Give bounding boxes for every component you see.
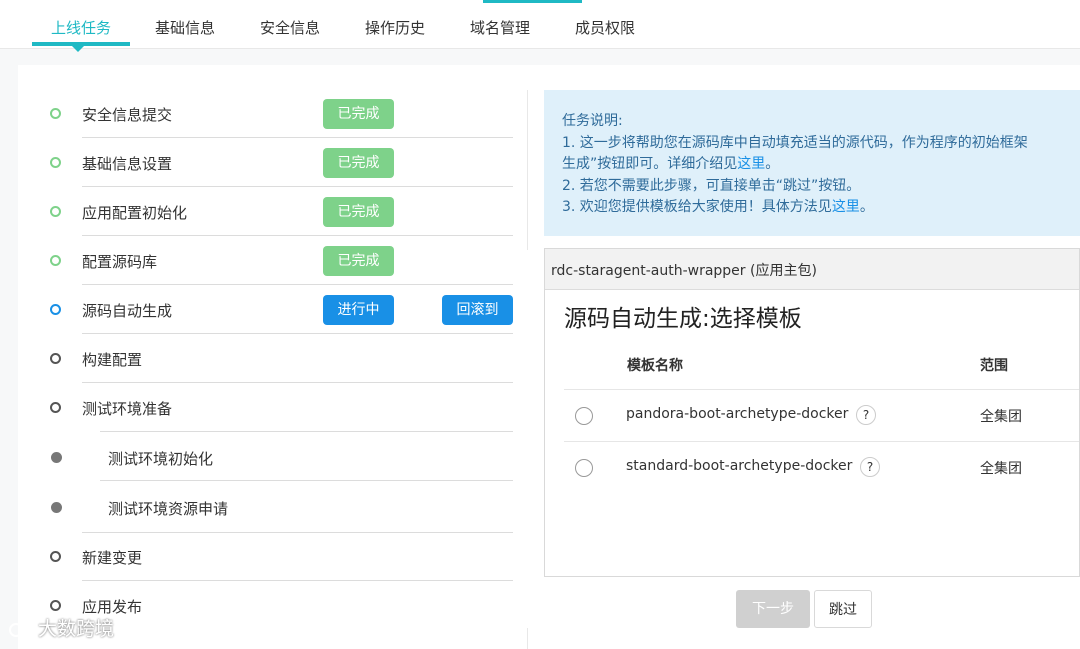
watermark-text: 大数跨境 <box>38 618 115 640</box>
status-badge-done: 已完成 <box>323 197 394 227</box>
watermark: 大数跨境 <box>8 614 114 641</box>
tab-operation-history[interactable]: 操作历史 <box>365 17 425 38</box>
info-line-2: 生成”按钮即可。详细介绍见这里。 <box>562 153 779 173</box>
step-new-change: 新建变更 <box>0 532 520 581</box>
next-step-button[interactable]: 下一步 <box>736 590 810 628</box>
step-label: 构建配置 <box>82 351 143 369</box>
info-text: 生成”按钮即可。详细介绍见 <box>562 156 738 172</box>
watermark-logo-icon <box>9 621 30 637</box>
status-badge-done: 已完成 <box>323 148 394 178</box>
template-name: pandora-boot-archetype-docker <box>626 406 849 422</box>
details-link[interactable]: 这里 <box>737 156 765 172</box>
tab-online-task[interactable]: 上线任务 <box>51 17 111 38</box>
info-title: 任务说明: <box>562 113 623 129</box>
task-description-box: 任务说明: 1. 这一步将帮助您在源码库中自动填充适当的源代码，作为程序的初始框… <box>544 90 1080 236</box>
step-test-env-init: 测试环境初始化 <box>0 432 520 481</box>
panel-header: rdc-staragent-auth-wrapper (应用主包) <box>545 249 1079 290</box>
step-app-config-init: 应用配置初始化 已完成 <box>0 187 520 236</box>
template-radio[interactable] <box>575 459 593 477</box>
skip-button[interactable]: 跳过 <box>814 590 872 628</box>
panel-title: 源码自动生成:选择模板 <box>564 306 802 332</box>
top-accent-bar <box>483 0 582 3</box>
info-line-1: 1. 这一步将帮助您在源码库中自动填充适当的源代码，作为程序的初始框架 <box>562 135 1028 151</box>
column-divider <box>527 90 528 250</box>
table-row-divider <box>564 441 1079 442</box>
column-header-template-name: 模板名称 <box>627 358 683 374</box>
info-line-3: 2. 若您不需要此步骤，可直接单击“跳过”按钮。 <box>562 178 861 194</box>
help-icon[interactable]: ? <box>856 405 876 425</box>
status-badge-done: 已完成 <box>323 246 394 276</box>
info-text: 。 <box>859 199 874 215</box>
info-line-4: 3. 欢迎您提供模板给大家使用！具体方法见这里。 <box>562 196 874 216</box>
step-source-autogen: 源码自动生成 进行中 回滚到 <box>0 285 520 334</box>
step-label: 安全信息提交 <box>82 106 173 124</box>
step-build-config: 构建配置 <box>0 334 520 383</box>
tab-security-info[interactable]: 安全信息 <box>260 17 320 38</box>
step-active-circle-icon <box>50 304 61 315</box>
status-badge-done: 已完成 <box>323 99 394 129</box>
step-todo-circle-icon <box>50 551 61 562</box>
template-radio[interactable] <box>575 407 593 425</box>
template-panel: rdc-staragent-auth-wrapper (应用主包) 源码自动生成… <box>544 248 1080 577</box>
template-name: standard-boot-archetype-docker <box>626 458 853 474</box>
status-badge-in-progress: 进行中 <box>323 295 394 325</box>
tab-basic-info[interactable]: 基础信息 <box>155 17 215 38</box>
template-scope: 全集团 <box>980 461 1022 477</box>
app-package-name: rdc-staragent-auth-wrapper (应用主包) <box>551 263 817 279</box>
table-header-divider <box>564 389 1079 390</box>
step-done-circle-icon <box>50 206 61 217</box>
step-config-repo: 配置源码库 已完成 <box>0 236 520 285</box>
step-todo-circle-icon <box>50 353 61 364</box>
step-label: 测试环境准备 <box>82 400 173 418</box>
substep-dot-icon <box>51 452 62 463</box>
step-todo-circle-icon <box>50 600 61 611</box>
tab-member-permissions[interactable]: 成员权限 <box>575 17 635 38</box>
step-todo-circle-icon <box>50 402 61 413</box>
step-test-env-resource: 测试环境资源申请 <box>0 481 520 533</box>
active-tab-caret <box>72 46 84 52</box>
step-label: 源码自动生成 <box>82 302 173 320</box>
template-guide-link[interactable]: 这里 <box>832 199 860 215</box>
column-header-scope: 范围 <box>980 358 1008 374</box>
rollback-button[interactable]: 回滚到 <box>442 295 513 325</box>
step-label: 新建变更 <box>82 549 143 567</box>
step-label: 应用配置初始化 <box>82 204 188 222</box>
step-label: 配置源码库 <box>82 253 158 271</box>
template-scope: 全集团 <box>980 409 1022 425</box>
substep-dot-icon <box>51 502 62 513</box>
step-label: 测试环境资源申请 <box>108 500 229 518</box>
step-done-circle-icon <box>50 108 61 119</box>
step-label: 测试环境初始化 <box>108 450 214 468</box>
tab-domain-management[interactable]: 域名管理 <box>470 17 530 38</box>
step-security-submit: 安全信息提交 已完成 <box>0 89 520 138</box>
step-done-circle-icon <box>50 157 61 168</box>
step-basic-settings: 基础信息设置 已完成 <box>0 138 520 187</box>
step-test-env-prep: 测试环境准备 <box>0 383 520 432</box>
column-divider <box>527 628 528 649</box>
step-label: 基础信息设置 <box>82 155 173 173</box>
info-text: 。 <box>765 156 780 172</box>
step-done-circle-icon <box>50 255 61 266</box>
top-tab-bar: 上线任务 基础信息 安全信息 操作历史 域名管理 成员权限 <box>0 0 1080 52</box>
help-icon[interactable]: ? <box>860 457 880 477</box>
info-text: 3. 欢迎您提供模板给大家使用！具体方法见 <box>562 199 832 215</box>
